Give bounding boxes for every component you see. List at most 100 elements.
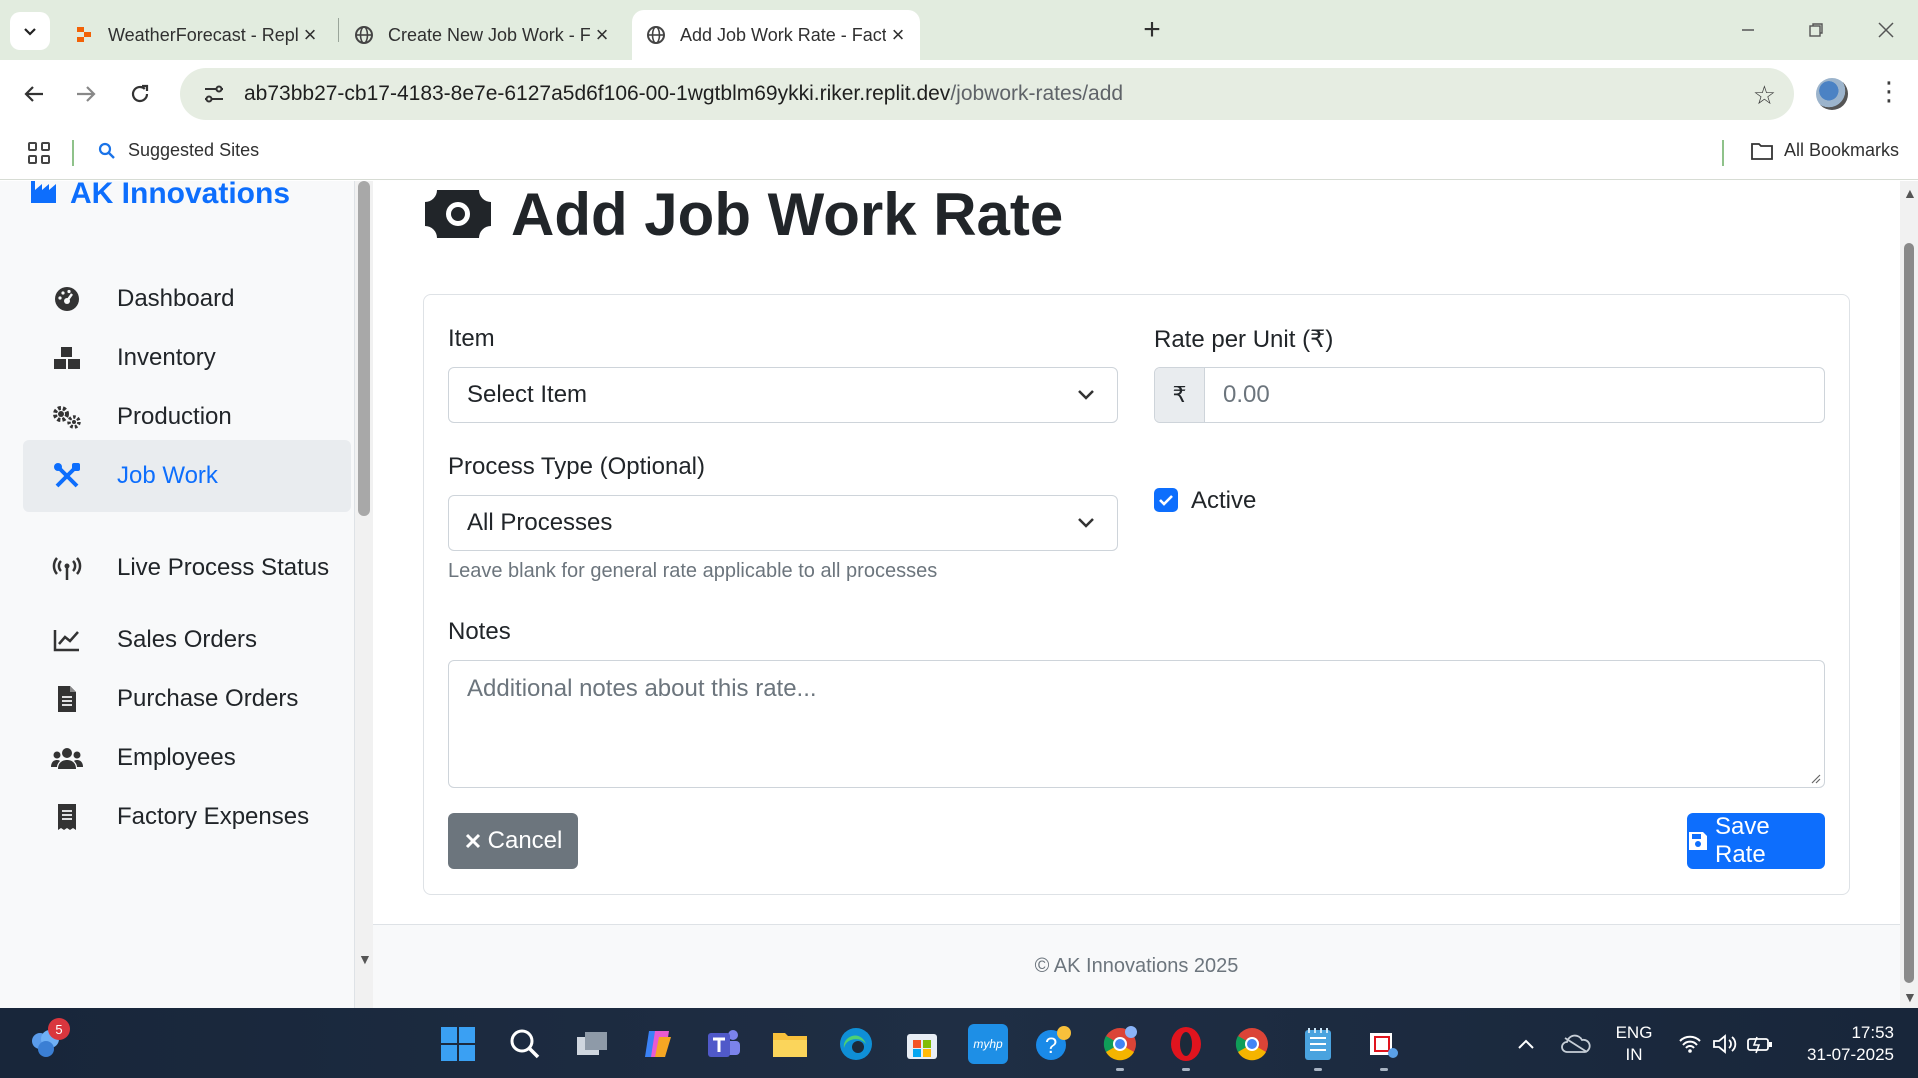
bookmark-divider	[72, 140, 74, 166]
sidebar-item-job-work[interactable]: Job Work	[23, 440, 351, 512]
volume-icon[interactable]	[1705, 1024, 1745, 1064]
snipping-tool-icon[interactable]	[1364, 1024, 1404, 1064]
sidebar: AK Innovations Dashboard Inventory Produ…	[0, 181, 355, 1008]
tab-create-job-work[interactable]: Create New Job Work - Factory ×	[346, 10, 622, 60]
sidebar-item-label: Dashboard	[117, 285, 235, 312]
chevron-down-icon	[1078, 518, 1094, 528]
rate-label: Rate per Unit (₹)	[1154, 326, 1334, 353]
restore-button[interactable]	[1796, 12, 1836, 48]
myhp-logo: myhp	[973, 1037, 1003, 1051]
reload-icon	[131, 84, 149, 103]
scroll-up-arrow-icon[interactable]: ▲	[1903, 185, 1917, 201]
chevron-up-icon[interactable]	[1506, 1024, 1546, 1064]
cancel-button-label: Cancel	[487, 827, 563, 854]
scroll-down-arrow-icon[interactable]: ▼	[358, 951, 372, 967]
sidebar-scrollbar[interactable]: ▼	[355, 181, 373, 1008]
language-code: ENG	[1615, 1023, 1653, 1042]
language-indicator[interactable]: ENG IN	[1612, 1022, 1656, 1066]
browser-menu-icon[interactable]: ⋮	[1876, 76, 1902, 107]
bookmark-divider	[1722, 140, 1724, 166]
industry-icon	[30, 181, 60, 211]
resize-grip-icon[interactable]	[1809, 772, 1821, 784]
sidebar-scrollbar-thumb[interactable]	[358, 181, 370, 516]
address-bar[interactable]: ab73bb27-cb17-4183-8e7e-6127a5d6f106-00-…	[180, 68, 1794, 120]
notification-badge: 5	[48, 1018, 70, 1040]
microsoft-store-icon[interactable]	[902, 1024, 942, 1064]
close-tab-icon[interactable]: ×	[886, 22, 910, 47]
minimize-icon	[1742, 29, 1754, 31]
wifi-icon[interactable]	[1670, 1024, 1710, 1064]
sidebar-item-factory-expenses[interactable]: Factory Expenses	[23, 781, 351, 853]
process-type-select[interactable]: All Processes	[448, 495, 1118, 551]
main-content: Add Job Work Rate Item Select Item Rate …	[373, 181, 1900, 1008]
sidebar-item-label: Production	[117, 403, 232, 430]
onedrive-icon[interactable]	[1556, 1024, 1596, 1064]
copilot-icon[interactable]	[638, 1024, 678, 1064]
clock-date: 31-07-2025	[1807, 1045, 1894, 1064]
close-tab-icon[interactable]: ×	[590, 22, 614, 47]
chevron-down-icon	[1078, 390, 1094, 400]
minimize-button[interactable]	[1728, 12, 1768, 48]
file-explorer-icon[interactable]	[770, 1024, 810, 1064]
money-bill-icon	[423, 186, 493, 242]
boxes-icon	[49, 345, 85, 371]
rate-input[interactable]: 0.00	[1205, 368, 1824, 422]
edge-icon[interactable]	[836, 1024, 876, 1064]
help-icon[interactable]: ?	[1034, 1024, 1074, 1064]
active-label[interactable]: Active	[1191, 487, 1256, 515]
bookmark-label: All Bookmarks	[1784, 140, 1900, 160]
task-view-icon[interactable]	[572, 1024, 612, 1064]
page-scrollbar-thumb[interactable]	[1904, 243, 1914, 983]
save-rate-button[interactable]: Save Rate	[1687, 813, 1825, 869]
windows-start-icon[interactable]	[438, 1024, 478, 1064]
tab-add-job-work-rate[interactable]: Add Job Work Rate - Factory M ×	[632, 10, 920, 60]
gears-icon	[49, 404, 85, 430]
page-viewport: AK Innovations Dashboard Inventory Produ…	[0, 181, 1918, 1008]
tab-title: Add Job Work Rate - Factory M	[680, 24, 886, 45]
scroll-down-arrow-icon[interactable]: ▼	[1903, 989, 1917, 1005]
notes-label: Notes	[448, 618, 511, 645]
notes-textarea[interactable]: Additional notes about this rate...	[448, 660, 1825, 788]
bookmark-star-icon[interactable]: ☆	[1753, 80, 1776, 111]
new-tab-button[interactable]: +	[1136, 13, 1168, 46]
myhp-icon[interactable]: myhp	[968, 1024, 1008, 1064]
opera-icon[interactable]	[1166, 1024, 1206, 1064]
sidebar-item-label: Inventory	[117, 344, 216, 371]
close-icon	[1878, 22, 1894, 38]
all-bookmarks-button[interactable]: All Bookmarks	[1750, 140, 1899, 161]
search-icon[interactable]	[505, 1024, 545, 1064]
chrome-profile-icon[interactable]	[1100, 1024, 1140, 1064]
cancel-button[interactable]: Cancel	[448, 813, 578, 869]
item-label: Item	[448, 325, 495, 352]
profile-avatar[interactable]	[1816, 78, 1848, 110]
forward-button[interactable]	[68, 76, 104, 112]
item-select-value: Select Item	[467, 381, 588, 408]
sidebar-item-live-process-status[interactable]: Live Process Status	[23, 532, 351, 604]
page-title-text: Add Job Work Rate	[511, 181, 1064, 248]
page-scrollbar[interactable]: ▲ ▼	[1900, 181, 1918, 1008]
tab-weatherforecast[interactable]: WeatherForecast - Replit ×	[60, 10, 330, 60]
site-info-icon[interactable]	[194, 84, 234, 104]
item-select[interactable]: Select Item	[448, 367, 1118, 423]
teams-icon[interactable]	[704, 1024, 744, 1064]
svg-text:?: ?	[1045, 1033, 1057, 1058]
back-button[interactable]	[16, 76, 52, 112]
close-tab-icon[interactable]: ×	[298, 22, 322, 47]
battery-icon[interactable]	[1740, 1024, 1780, 1064]
bookmark-suggested-sites[interactable]: Suggested Sites	[98, 140, 259, 161]
notepad-icon[interactable]	[1298, 1024, 1338, 1064]
arrow-right-icon	[77, 86, 96, 102]
chrome-icon[interactable]	[1232, 1024, 1272, 1064]
restore-icon	[1809, 23, 1823, 37]
tab-search-button[interactable]	[10, 12, 50, 50]
active-checkbox[interactable]	[1154, 488, 1178, 512]
apps-grid-icon[interactable]	[28, 142, 50, 164]
close-window-button[interactable]	[1866, 12, 1906, 48]
gauge-icon	[49, 286, 85, 312]
sidebar-item-label: Factory Expenses	[117, 803, 310, 830]
reload-button[interactable]	[122, 76, 158, 112]
search-icon	[98, 142, 115, 159]
globe-icon	[354, 25, 374, 45]
brand-logo[interactable]: AK Innovations	[30, 181, 290, 211]
system-clock[interactable]: 17:53 31-07-2025	[1790, 1022, 1900, 1066]
